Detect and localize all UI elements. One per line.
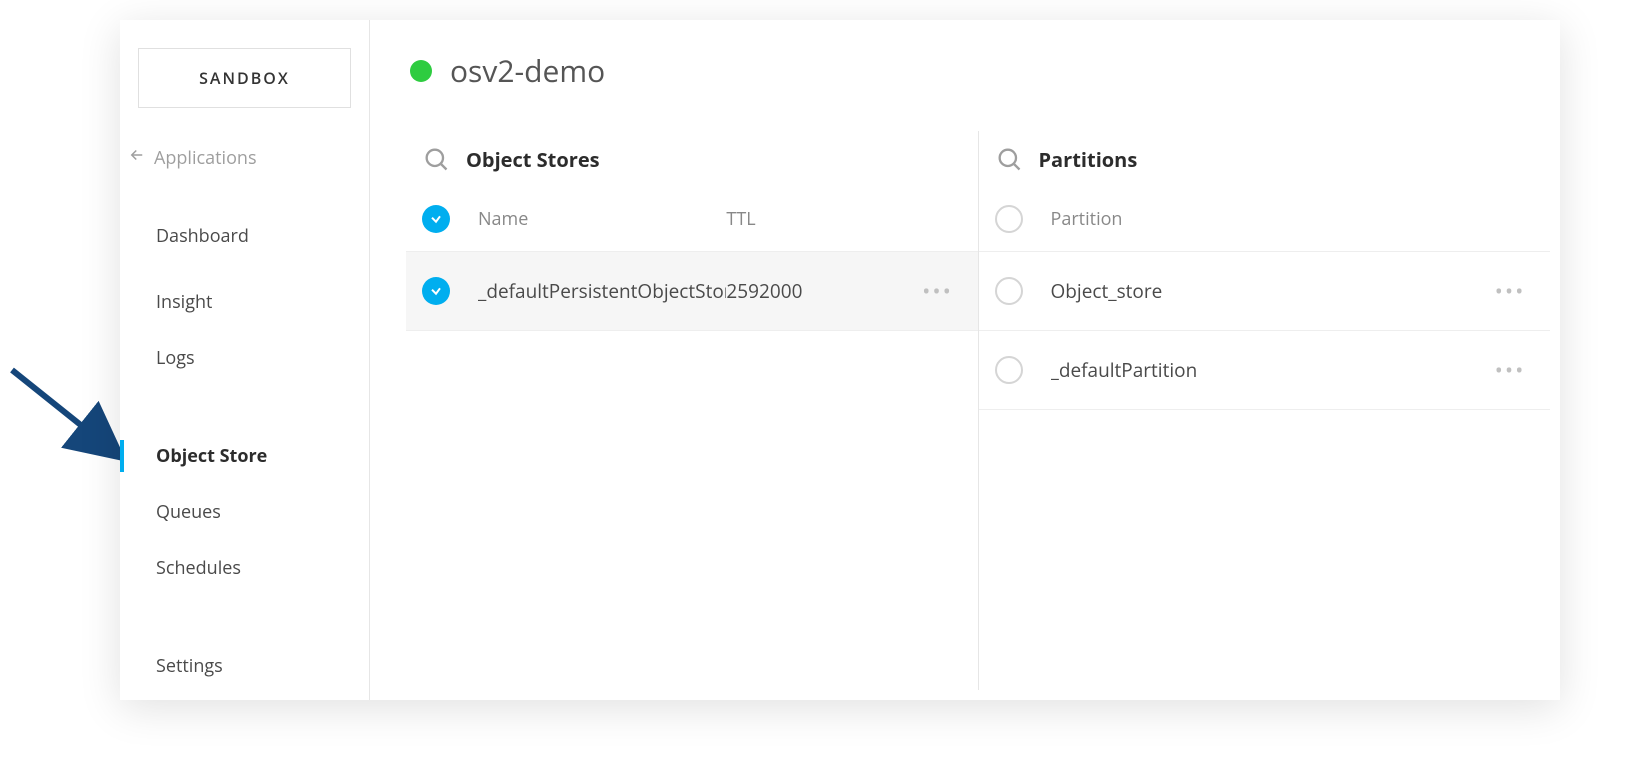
nav-section-settings: Settings bbox=[120, 628, 369, 694]
radio-unchecked-icon bbox=[995, 205, 1023, 233]
page-header: osv2-demo bbox=[370, 20, 1560, 131]
more-actions-icon[interactable]: ••• bbox=[1495, 355, 1526, 385]
object-store-ttl: 2592000 bbox=[726, 278, 917, 304]
partitions-title: Partitions bbox=[1039, 146, 1138, 173]
main-content: osv2-demo Object Stores Name bbox=[370, 20, 1560, 700]
partitions-columns: Partition bbox=[979, 187, 1551, 252]
back-link-label: Applications bbox=[154, 146, 257, 170]
sidebar-item-logs[interactable]: Logs bbox=[120, 330, 369, 386]
select-all-toggle[interactable] bbox=[422, 205, 478, 233]
status-indicator-icon bbox=[410, 60, 432, 82]
sidebar-item-object-store[interactable]: Object Store bbox=[120, 428, 369, 484]
row-select-toggle[interactable] bbox=[995, 356, 1051, 384]
radio-unchecked-icon bbox=[995, 356, 1023, 384]
more-actions-icon[interactable]: ••• bbox=[1495, 276, 1526, 306]
object-stores-columns: Name TTL bbox=[406, 187, 978, 252]
radio-unchecked-icon bbox=[995, 277, 1023, 305]
radio-checked-icon bbox=[422, 277, 450, 305]
nav-section-monitor: Insight Logs bbox=[120, 264, 369, 386]
row-select-toggle[interactable] bbox=[422, 277, 478, 305]
partition-row[interactable]: _defaultPartition ••• bbox=[979, 331, 1551, 410]
partitions-panel: Partitions Partition Object_store ••• bbox=[978, 131, 1551, 690]
object-stores-title: Object Stores bbox=[466, 146, 600, 173]
page-title: osv2-demo bbox=[450, 50, 605, 91]
pointer-arrow-annotation bbox=[4, 360, 134, 480]
radio-checked-icon bbox=[422, 205, 450, 233]
partition-name: _defaultPartition bbox=[1051, 357, 1491, 383]
nav-section-storage: Object Store Queues Schedules bbox=[120, 418, 369, 596]
sidebar-item-insight[interactable]: Insight bbox=[120, 274, 369, 330]
partitions-header: Partitions bbox=[979, 131, 1551, 187]
more-actions-icon[interactable]: ••• bbox=[922, 276, 953, 306]
sidebar-item-dashboard[interactable]: Dashboard bbox=[120, 208, 369, 264]
sidebar-item-settings[interactable]: Settings bbox=[120, 638, 369, 694]
object-store-name: _defaultPersistentObjectStore bbox=[478, 278, 726, 304]
sidebar-item-queues[interactable]: Queues bbox=[120, 484, 369, 540]
search-icon[interactable] bbox=[422, 145, 450, 173]
nav-section-main: Dashboard bbox=[120, 198, 369, 264]
object-stores-panel: Object Stores Name TTL bbox=[406, 131, 978, 690]
column-name[interactable]: Name bbox=[478, 207, 726, 231]
panels-row: Object Stores Name TTL bbox=[370, 131, 1560, 700]
select-all-toggle[interactable] bbox=[995, 205, 1051, 233]
sidebar-item-schedules[interactable]: Schedules bbox=[120, 540, 369, 596]
column-ttl[interactable]: TTL bbox=[726, 207, 917, 231]
app-window: SANDBOX Applications Dashboard Insight L… bbox=[120, 20, 1560, 700]
environment-badge[interactable]: SANDBOX bbox=[138, 48, 351, 108]
back-to-applications-link[interactable]: Applications bbox=[120, 138, 369, 198]
search-icon[interactable] bbox=[995, 145, 1023, 173]
row-select-toggle[interactable] bbox=[995, 277, 1051, 305]
object-stores-header: Object Stores bbox=[406, 131, 978, 187]
partition-name: Object_store bbox=[1051, 278, 1491, 304]
partition-row[interactable]: Object_store ••• bbox=[979, 252, 1551, 331]
object-store-row[interactable]: _defaultPersistentObjectStore 2592000 ••… bbox=[406, 252, 978, 331]
sidebar: SANDBOX Applications Dashboard Insight L… bbox=[120, 20, 370, 700]
arrow-left-icon bbox=[128, 146, 146, 170]
column-partition[interactable]: Partition bbox=[1051, 207, 1491, 231]
